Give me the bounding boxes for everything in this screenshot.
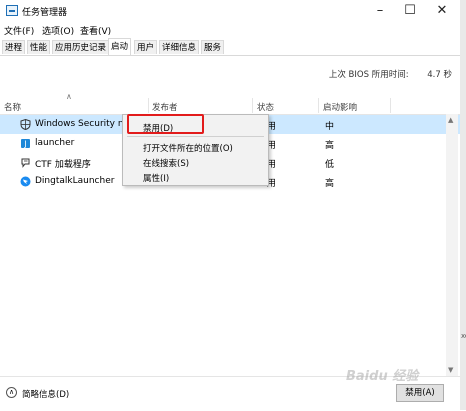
row-name: launcher — [35, 138, 75, 148]
column-name[interactable]: 名称 — [4, 101, 21, 113]
title-bar: 任务管理器 – ☐ ✕ — [0, 0, 460, 22]
close-button[interactable]: ✕ — [427, 0, 457, 22]
tab-processes[interactable]: 进程 — [2, 40, 26, 54]
menu-bar: 文件(F) 选项(O) 查看(V) — [0, 22, 460, 38]
launcher-icon: J — [21, 139, 30, 149]
row-impact: 低 — [325, 160, 335, 170]
column-impact[interactable]: 启动影响 — [323, 101, 357, 113]
bios-time-value: 4.7 秒 — [427, 70, 452, 80]
tab-strip: 进程 性能 应用历史记录 启动 用户 详细信息 服务 — [0, 38, 460, 56]
context-menu-separator — [127, 136, 264, 137]
tab-app-history[interactable]: 应用历史记录 — [52, 40, 110, 54]
adjacent-window-edge: xe — [460, 0, 466, 410]
tab-users[interactable]: 用户 — [134, 40, 158, 54]
menu-view[interactable]: 查看(V) — [80, 24, 111, 37]
collapse-icon[interactable]: ∧ — [6, 387, 17, 398]
annotation-highlight-box — [127, 114, 204, 134]
shield-icon — [20, 119, 31, 130]
window-title: 任务管理器 — [22, 8, 68, 18]
row-name: CTF 加载程序 — [35, 160, 91, 170]
column-divider[interactable] — [148, 98, 149, 113]
menu-options[interactable]: 选项(O) — [42, 24, 74, 37]
svg-text:J: J — [23, 140, 26, 149]
vertical-scrollbar[interactable]: ▲ ▼ — [446, 114, 458, 376]
task-manager-icon — [6, 5, 18, 16]
bios-time: 上次 BIOS 所用时间: 4.7 秒 — [329, 68, 452, 80]
fewer-details-link[interactable]: 简略信息(D) — [22, 388, 69, 400]
maximize-button[interactable]: ☐ — [395, 0, 425, 22]
column-divider[interactable] — [390, 98, 391, 113]
row-name: DingtalkLauncher — [35, 176, 115, 186]
table-header: 名称 发布者 状态 启动影响 — [0, 98, 460, 115]
tab-performance[interactable]: 性能 — [27, 40, 51, 54]
edge-text: xe — [461, 332, 466, 340]
context-menu-open-file-location[interactable]: 打开文件所在的位置(O) — [143, 142, 233, 154]
row-impact: 高 — [325, 141, 335, 151]
minimize-button[interactable]: – — [365, 0, 395, 22]
column-status[interactable]: 状态 — [257, 101, 274, 113]
tab-startup[interactable]: 启动 — [108, 38, 132, 55]
context-menu-search-online[interactable]: 在线搜索(S) — [143, 157, 189, 169]
watermark: Baidu 经验 — [346, 369, 419, 384]
scroll-up-icon[interactable]: ▲ — [448, 116, 453, 124]
ctf-icon — [21, 158, 30, 168]
context-menu-properties[interactable]: 属性(I) — [143, 172, 169, 184]
task-manager-window: 任务管理器 – ☐ ✕ 文件(F) 选项(O) 查看(V) 进程 性能 应用历史… — [0, 0, 461, 410]
disable-button[interactable]: 禁用(A) — [396, 384, 444, 402]
row-name: Windows Security not — [35, 119, 133, 129]
bios-time-label: 上次 BIOS 所用时间: — [328, 70, 409, 80]
row-impact: 中 — [325, 122, 335, 132]
column-divider[interactable] — [318, 98, 319, 113]
column-divider[interactable] — [252, 98, 253, 113]
scroll-down-icon[interactable]: ▼ — [448, 366, 453, 374]
column-publisher[interactable]: 发布者 — [152, 101, 178, 113]
row-impact: 高 — [325, 179, 335, 189]
dingtalk-icon — [20, 176, 31, 187]
tab-services[interactable]: 服务 — [201, 40, 225, 54]
menu-file[interactable]: 文件(F) — [4, 24, 34, 37]
tab-details[interactable]: 详细信息 — [159, 40, 200, 54]
